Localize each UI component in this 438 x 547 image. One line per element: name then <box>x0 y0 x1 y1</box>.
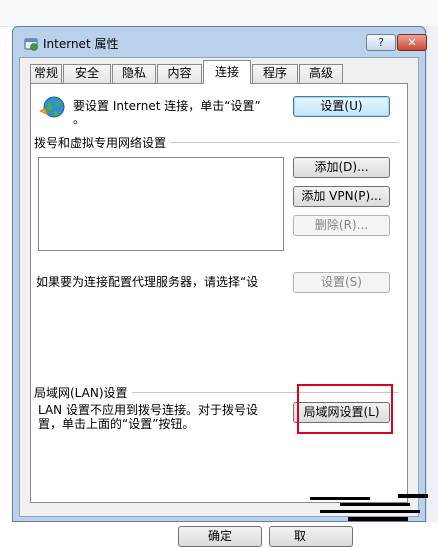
tab-advanced[interactable]: 高级 <box>299 64 343 83</box>
setup-connection-text-cont: 。 <box>73 112 86 126</box>
connections-tab-panel: 要设置 Internet 连接，单击“设置” 。 设置(U) 拨号和虚拟专用网络… <box>30 83 408 503</box>
cancel-button[interactable]: 取 <box>269 526 353 547</box>
background-window-right <box>426 26 438 522</box>
tab-programs[interactable]: 程序 <box>252 64 298 83</box>
close-button[interactable]: ✕ <box>397 34 427 51</box>
internet-properties-dialog: Internet 属性 ? ✕ 常规 安全 隐私 内容 连接 程序 高级 要设置… <box>12 26 427 547</box>
dialup-settings-button[interactable]: 设置(S) <box>293 272 390 293</box>
lan-text-line2: 置，单击上面的“设置”按钮。 <box>38 417 195 431</box>
globe-icon <box>38 94 66 122</box>
redaction-bar <box>310 497 370 500</box>
setup-connection-text: 要设置 Internet 连接，单击“设置” <box>73 99 261 113</box>
internet-options-icon <box>23 36 39 52</box>
tab-connections[interactable]: 连接 <box>203 60 251 84</box>
redaction-bar <box>348 517 408 521</box>
redaction-bar <box>398 494 428 498</box>
setup-button[interactable]: 设置(U) <box>293 96 390 117</box>
highlight-annotation-box <box>297 384 393 434</box>
redaction-bar <box>320 510 420 513</box>
dialup-heading: 拨号和虚拟专用网络设置 <box>34 134 171 151</box>
lan-heading: 局域网(LAN)设置 <box>34 384 132 401</box>
redaction-bar <box>340 503 410 506</box>
connections-list[interactable] <box>38 157 284 251</box>
tab-general[interactable]: 常规 <box>30 64 62 83</box>
dialog-client-area: 常规 安全 隐私 内容 连接 程序 高级 要设置 Internet 连接，单击“… <box>19 57 419 547</box>
proxy-instruction-text: 如果要为连接配置代理服务器，请选择“设 <box>36 275 259 289</box>
window-title: Internet 属性 <box>43 37 119 51</box>
tab-privacy[interactable]: 隐私 <box>112 64 156 83</box>
tab-content[interactable]: 内容 <box>157 64 202 83</box>
ok-button[interactable]: 确定 <box>178 526 262 547</box>
remove-button[interactable]: 删除(R)... <box>293 215 390 236</box>
background-window-top <box>0 0 438 27</box>
add-vpn-button[interactable]: 添加 VPN(P)... <box>293 186 390 207</box>
tab-security[interactable]: 安全 <box>63 64 111 83</box>
help-button[interactable]: ? <box>366 34 396 51</box>
add-button[interactable]: 添加(D)... <box>293 157 390 178</box>
